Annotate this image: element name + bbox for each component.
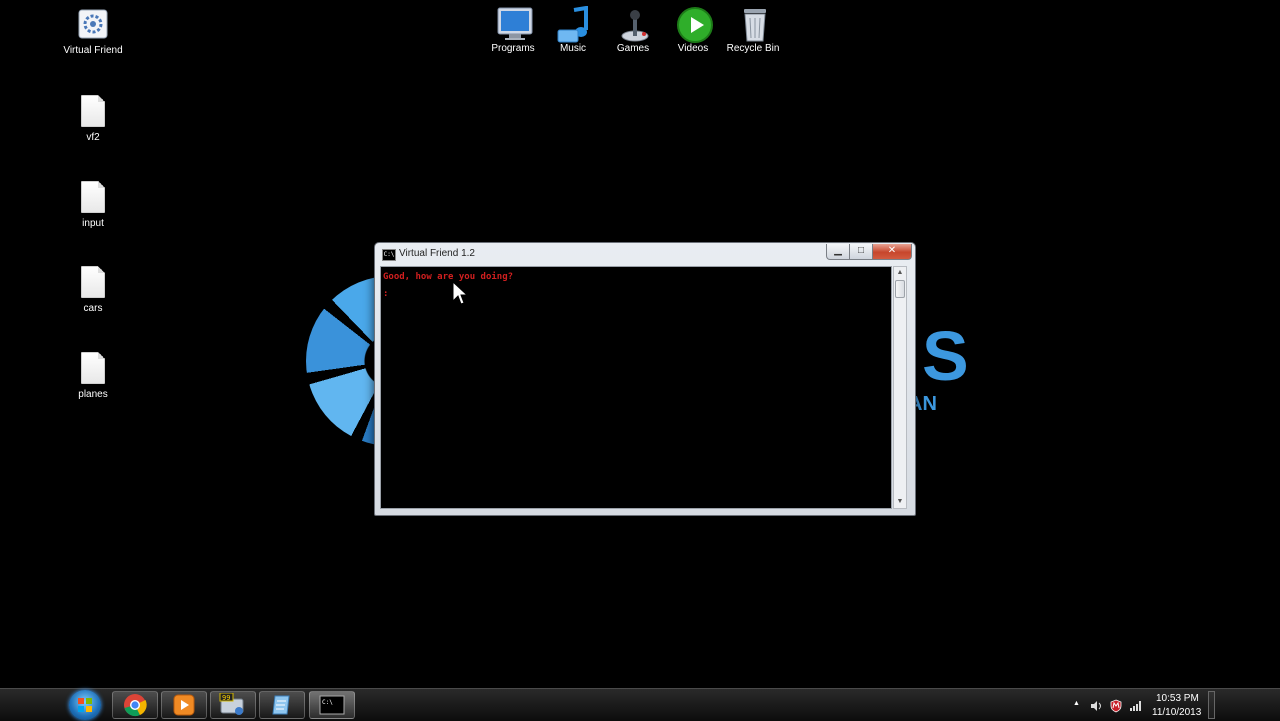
console-icon-text: C:\ [322,699,333,706]
start-button[interactable] [69,690,101,720]
maximize-button[interactable]: □ [849,244,873,260]
play-icon [676,6,713,43]
mouse-cursor-icon [452,281,468,305]
joystick-icon [616,6,650,42]
clock-date[interactable]: 11/10/2013 [1152,707,1201,718]
minimize-button[interactable]: ▁ [826,244,850,260]
notepad-icon [272,695,290,715]
monitor-icon [496,6,533,40]
network-icon[interactable] [1129,700,1143,712]
show-desktop-button[interactable] [1208,691,1215,719]
desktop-icon-label: Virtual Friend [63,45,123,56]
app-badge: 99 [222,694,230,702]
wallpaper-logo-text: S [922,317,969,395]
desktop-icon-label: vf2 [86,132,100,143]
taskbar-button-app-99[interactable]: 99 [210,691,256,719]
console-icon: C:\ [319,695,345,715]
desktop-icon-virtual-friend[interactable]: Virtual Friend [57,8,129,57]
scroll-up-arrow-icon[interactable]: ▲ [894,267,906,279]
taskbar: 99 C:\ ▲ 10:53 PM 11/10/2013 [0,688,1280,721]
windows-logo-icon [78,698,92,712]
scroll-thumb[interactable] [895,280,905,298]
volume-icon[interactable] [1090,700,1104,712]
taskbar-button-media-player[interactable] [161,691,207,719]
text-file-icon [76,181,110,215]
music-note-icon [556,5,590,43]
close-button[interactable]: ✕ [872,244,912,260]
text-file-icon [76,352,110,386]
desktop-icon-vf2[interactable]: vf2 [57,95,129,144]
desktop-icon-input[interactable]: input [57,181,129,230]
desktop-icon-cars[interactable]: cars [57,266,129,315]
scroll-down-arrow-icon[interactable]: ▼ [894,496,906,508]
window-titlebar[interactable]: C:\ Virtual Friend 1.2 ▁ □ ✕ [375,243,915,265]
desktop-icon-label: cars [83,303,103,314]
taskbar-button-notes[interactable] [259,691,305,719]
recycle-bin-icon [736,6,770,42]
system-app-icon: 99 [219,693,244,715]
window-title: Virtual Friend 1.2 [399,248,475,259]
vertical-scrollbar[interactable]: ▲ ▼ [893,266,907,509]
console-icon[interactable]: C:\ [382,249,396,261]
shield-icon[interactable] [1109,699,1123,713]
gear-app-icon [76,8,110,42]
desktop-icon-label: Recycle Bin [726,43,780,54]
clock-time[interactable]: 10:53 PM [1156,693,1199,704]
desktop-icon-label: input [82,218,104,229]
media-player-icon [173,694,195,716]
tray-expand-arrow-icon[interactable]: ▲ [1073,700,1080,707]
taskbar-button-cmd[interactable]: C:\ [309,691,355,719]
taskbar-button-chrome[interactable] [112,691,158,719]
desktop-icon-planes[interactable]: planes [57,352,129,401]
chrome-icon [124,694,147,717]
desktop-icon-recycle-bin[interactable]: Recycle Bin [717,6,789,55]
text-file-icon [76,95,110,129]
desktop-icon-label: planes [78,389,108,400]
text-file-icon [76,266,110,300]
